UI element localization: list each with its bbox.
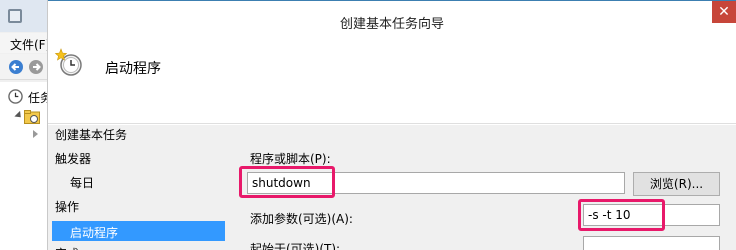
- step-start-program[interactable]: 启动程序: [52, 221, 225, 241]
- back-arrow-icon[interactable]: [8, 59, 24, 75]
- parent-titlebar: [0, 0, 47, 32]
- step-action[interactable]: 操作: [55, 198, 79, 215]
- browse-button[interactable]: 浏览(R)...: [633, 172, 720, 196]
- dialog-titlebar: 创建基本任务向导 ✕: [48, 0, 736, 40]
- app-icon: [8, 9, 22, 23]
- step-trigger[interactable]: 触发器: [55, 150, 91, 167]
- start-in-input[interactable]: [583, 236, 720, 250]
- step-daily[interactable]: 每日: [70, 174, 94, 191]
- program-label: 程序或脚本(P):: [250, 152, 331, 166]
- tree-collapsed-icon[interactable]: [33, 130, 38, 138]
- tree-item-root[interactable]: 任务: [28, 89, 47, 106]
- forward-arrow-icon[interactable]: [28, 59, 44, 75]
- dialog-title: 创建基本任务向导: [339, 17, 444, 32]
- wizard-steps: 创建基本任务 触发器 每日 操作 启动程序 完成: [48, 125, 228, 250]
- step-finish[interactable]: 完成: [55, 245, 79, 250]
- folder-clock-icon[interactable]: [24, 110, 40, 124]
- wizard-header-title: 启动程序: [105, 61, 161, 77]
- create-basic-task-wizard: 创建基本任务向导 ✕ 启动程序 创建基本任务 触发器 每日 操作 启动程序 完成…: [48, 0, 736, 250]
- wizard-body: 创建基本任务 触发器 每日 操作 启动程序 完成 程序或脚本(P): shutd…: [48, 125, 736, 250]
- wizard-header: [48, 40, 736, 124]
- navigation-tree: [0, 82, 47, 250]
- task-wizard-icon: [54, 48, 82, 76]
- clock-icon: [8, 89, 23, 104]
- start-in-label: 起始于(可选)(T):: [250, 242, 341, 250]
- menu-file[interactable]: 文件(F): [10, 36, 47, 53]
- task-scheduler-window: 文件(F) 任务: [0, 0, 48, 250]
- arguments-input[interactable]: -s -t 10: [583, 204, 720, 226]
- arguments-label: 添加参数(可选)(A):: [250, 212, 353, 226]
- step-create-basic-task[interactable]: 创建基本任务: [55, 126, 127, 143]
- close-button[interactable]: ✕: [712, 1, 736, 23]
- program-input[interactable]: shutdown: [247, 172, 625, 194]
